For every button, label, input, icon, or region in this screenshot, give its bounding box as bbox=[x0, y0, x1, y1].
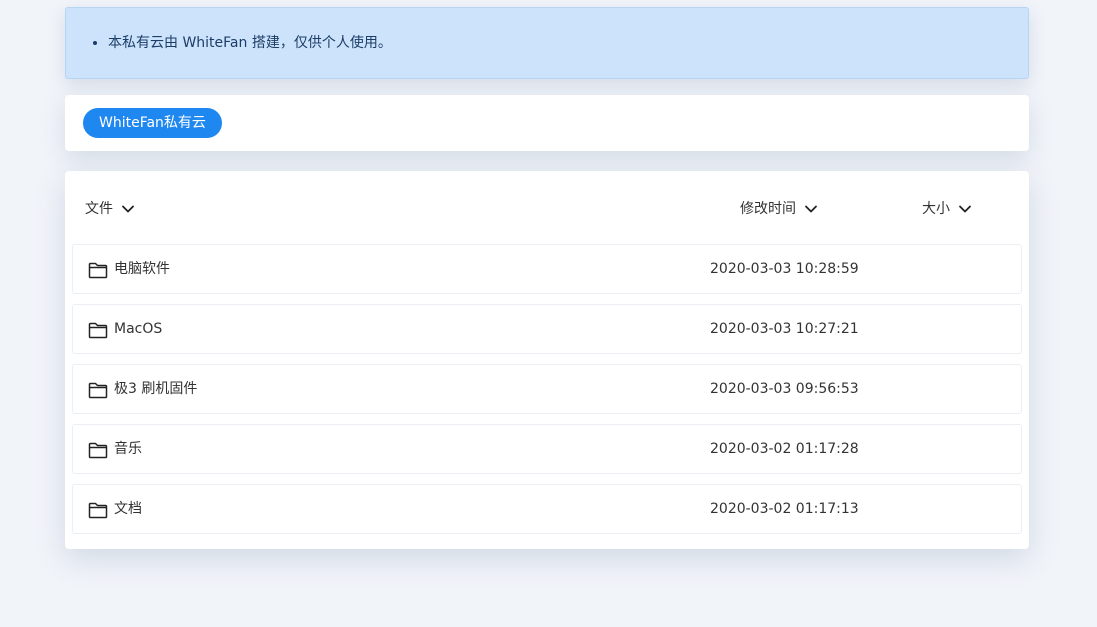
file-row[interactable]: 电脑软件 2020-03-03 10:28:59 bbox=[72, 244, 1022, 294]
file-list: 电脑软件 2020-03-03 10:28:59 MacOS 2020-03-0… bbox=[72, 244, 1022, 544]
breadcrumb-root-button[interactable]: WhiteFan私有云 bbox=[83, 108, 222, 138]
folder-icon bbox=[88, 502, 108, 519]
file-modified: 2020-03-03 10:27:21 bbox=[710, 321, 859, 337]
file-name: MacOS bbox=[114, 321, 163, 337]
sort-by-name-header[interactable]: 文件 bbox=[85, 197, 135, 221]
modified-header-label: 修改时间 bbox=[740, 201, 796, 217]
name-header-label: 文件 bbox=[85, 201, 113, 217]
sort-by-size-header[interactable]: 大小 bbox=[922, 197, 972, 221]
file-modified: 2020-03-03 09:56:53 bbox=[710, 381, 859, 397]
file-name: 文档 bbox=[114, 501, 142, 517]
file-list-panel: 文件 修改时间 大小 电脑软件 2020-03-03 10:28:59 MacO… bbox=[65, 171, 1029, 549]
size-header-label: 大小 bbox=[922, 201, 950, 217]
file-name: 极3 刷机固件 bbox=[114, 381, 198, 397]
file-modified: 2020-03-03 10:28:59 bbox=[710, 261, 859, 277]
file-row[interactable]: 文档 2020-03-02 01:17:13 bbox=[72, 484, 1022, 534]
folder-icon bbox=[88, 262, 108, 279]
file-modified: 2020-03-02 01:17:13 bbox=[710, 501, 859, 517]
chevron-down-icon bbox=[805, 205, 817, 213]
sort-by-modified-header[interactable]: 修改时间 bbox=[740, 197, 818, 221]
folder-icon bbox=[88, 442, 108, 459]
chevron-down-icon bbox=[122, 205, 134, 213]
file-row[interactable]: 音乐 2020-03-02 01:17:28 bbox=[72, 424, 1022, 474]
file-name: 音乐 bbox=[114, 441, 142, 457]
notice-list: 本私有云由 WhiteFan 搭建，仅供个人使用。 bbox=[66, 34, 392, 52]
chevron-down-icon bbox=[959, 205, 971, 213]
file-name: 电脑软件 bbox=[114, 261, 170, 277]
file-modified: 2020-03-02 01:17:28 bbox=[710, 441, 859, 457]
breadcrumb: WhiteFan私有云 bbox=[65, 95, 1029, 151]
folder-icon bbox=[88, 322, 108, 339]
file-row[interactable]: 极3 刷机固件 2020-03-03 09:56:53 bbox=[72, 364, 1022, 414]
folder-icon bbox=[88, 382, 108, 399]
notice-text: 本私有云由 WhiteFan 搭建，仅供个人使用。 bbox=[108, 34, 392, 52]
notice-banner: 本私有云由 WhiteFan 搭建，仅供个人使用。 bbox=[65, 7, 1029, 79]
file-row[interactable]: MacOS 2020-03-03 10:27:21 bbox=[72, 304, 1022, 354]
